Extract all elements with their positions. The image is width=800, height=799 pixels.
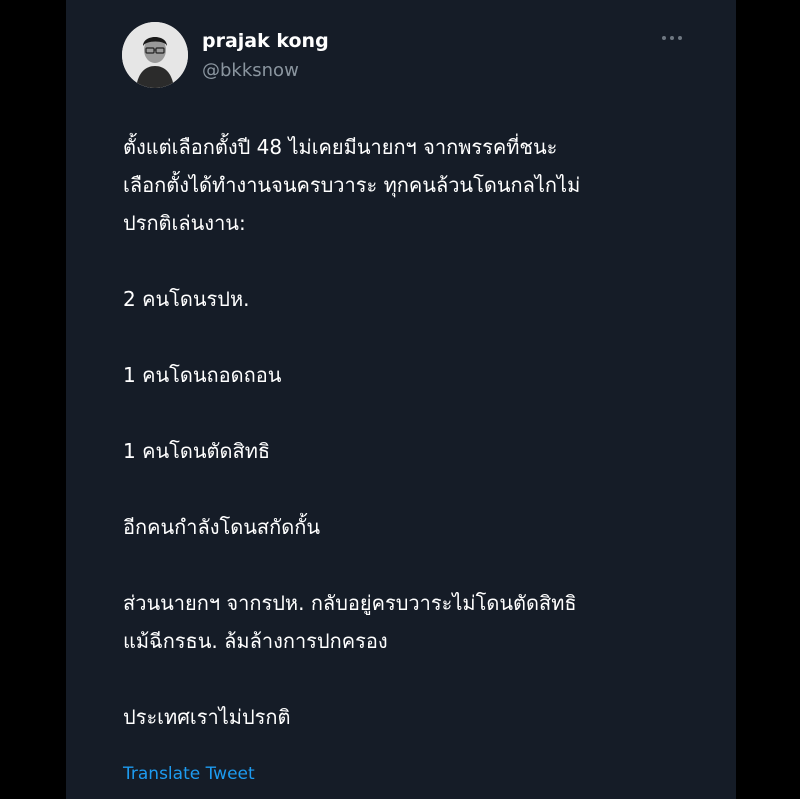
more-horizontal-icon[interactable]: [661, 32, 683, 42]
tweet-header: prajak kong @bkksnow: [122, 22, 682, 92]
author-name[interactable]: prajak kong: [202, 30, 329, 52]
tweet-paragraph: 1 คนโดนถอดถอน: [123, 363, 282, 387]
tweet-text: ตั้งแต่เลือกตั้งปี 48 ไม่เคยมีนายกฯ จากพ…: [123, 128, 713, 736]
tweet-paragraph: 1 คนโดนตัดสิทธิ: [123, 439, 271, 463]
screenshot-frame: prajak kong @bkksnow ตั้งแต่เลือกตั้งปี …: [0, 0, 800, 799]
avatar[interactable]: [122, 22, 188, 88]
translate-tweet-link[interactable]: Translate Tweet: [123, 764, 255, 784]
tweet-paragraph: ตั้งแต่เลือกตั้งปี 48 ไม่เคยมีนายกฯ จากพ…: [123, 135, 581, 235]
tweet-paragraph: ประเทศเราไม่ปรกติ: [123, 705, 291, 729]
tweet-card: prajak kong @bkksnow ตั้งแต่เลือกตั้งปี …: [66, 0, 736, 799]
tweet-paragraph: ส่วนนายกฯ จากรปห. กลับอยู่ครบวาระไม่โดนต…: [123, 591, 577, 653]
author-handle[interactable]: @bkksnow: [202, 60, 299, 81]
tweet-paragraph: 2 คนโดนรปห.: [123, 287, 250, 311]
tweet-paragraph: อีกคนกำลังโดนสกัดกั้น: [123, 515, 321, 539]
